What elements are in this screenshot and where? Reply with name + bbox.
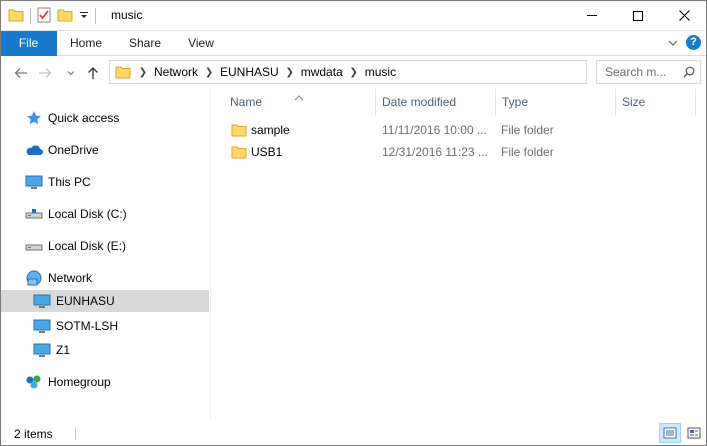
nav-item-local-disk-e[interactable]: Local Disk (E:) bbox=[0, 235, 209, 257]
customize-toolbar-chevron-icon[interactable] bbox=[79, 9, 89, 23]
nav-item-label: Homegroup bbox=[48, 375, 111, 389]
file-date-modified: 12/31/2016 11:23 ... bbox=[382, 145, 488, 159]
nav-item-sotm-lsh[interactable]: SOTM-LSH bbox=[0, 315, 209, 337]
details-view-button[interactable] bbox=[659, 423, 681, 443]
folder-icon bbox=[231, 123, 247, 140]
status-bar: 2 items bbox=[0, 420, 707, 446]
tab-file[interactable]: File bbox=[0, 31, 57, 56]
large-icons-view-button[interactable] bbox=[683, 423, 705, 443]
nav-item-label: This PC bbox=[48, 175, 91, 189]
maximize-icon bbox=[633, 10, 643, 21]
arrow-left-icon bbox=[14, 68, 27, 78]
file-row[interactable]: sample 11/11/2016 10:00 ... File folder bbox=[226, 120, 696, 141]
file-name[interactable]: sample bbox=[251, 120, 290, 141]
breadcrumb: ❯ Network ❯ EUNHASU ❯ mwdata ❯ music bbox=[110, 61, 400, 83]
nav-item-quick-access[interactable]: Quick access bbox=[0, 107, 209, 129]
chevron-right-icon[interactable]: ❯ bbox=[347, 67, 361, 78]
column-header-type[interactable]: Type bbox=[496, 89, 616, 116]
folder-icon bbox=[8, 8, 24, 25]
nav-item-label: Quick access bbox=[48, 111, 120, 125]
navigation-pane: Quick access OneDrive This PC Local Disk… bbox=[0, 89, 211, 420]
chevron-down-icon bbox=[67, 71, 75, 76]
file-row[interactable]: USB1 12/31/2016 11:23 ... File folder bbox=[226, 142, 696, 163]
properties-icon[interactable] bbox=[37, 7, 51, 26]
nav-item-label: OneDrive bbox=[48, 143, 99, 157]
file-name[interactable]: USB1 bbox=[251, 142, 282, 163]
drive-icon bbox=[24, 206, 44, 222]
ribbon-tabs: File Home Share View ? bbox=[0, 31, 707, 56]
file-list: Name Date modified Type Size sample 11/1… bbox=[212, 89, 707, 420]
search-input[interactable]: Search m... bbox=[605, 65, 666, 79]
help-icon[interactable]: ? bbox=[686, 35, 701, 50]
file-type: File folder bbox=[501, 123, 554, 137]
title-bar: music bbox=[0, 0, 707, 31]
status-divider bbox=[75, 427, 76, 440]
toolbar-divider bbox=[95, 8, 96, 24]
folder-icon bbox=[110, 61, 136, 83]
nav-item-label: Local Disk (E:) bbox=[48, 239, 127, 253]
address-bar[interactable]: ❯ Network ❯ EUNHASU ❯ mwdata ❯ music bbox=[109, 60, 690, 84]
search-icon bbox=[683, 66, 695, 81]
breadcrumb-eunhasu[interactable]: EUNHASU bbox=[216, 65, 283, 79]
monitor-icon bbox=[24, 174, 44, 190]
breadcrumb-network[interactable]: Network bbox=[150, 65, 202, 79]
nav-item-label: Local Disk (C:) bbox=[48, 207, 127, 221]
nav-item-label: SOTM-LSH bbox=[56, 319, 119, 333]
arrow-up-icon bbox=[88, 67, 98, 79]
search-box[interactable]: Search m... bbox=[596, 60, 701, 84]
toolbar-divider bbox=[30, 8, 31, 24]
star-icon bbox=[24, 110, 44, 126]
tab-view[interactable]: View bbox=[180, 31, 222, 56]
expand-ribbon-chevron-icon[interactable] bbox=[666, 36, 680, 50]
drive-icon bbox=[24, 238, 44, 254]
cloud-icon bbox=[24, 142, 44, 158]
nav-item-label: Z1 bbox=[56, 343, 71, 357]
tab-home[interactable]: Home bbox=[61, 31, 111, 56]
chevron-right-icon[interactable]: ❯ bbox=[136, 67, 150, 78]
close-icon bbox=[678, 10, 690, 21]
chevron-right-icon[interactable]: ❯ bbox=[202, 67, 216, 78]
window-title: music bbox=[111, 8, 143, 22]
back-button[interactable] bbox=[12, 64, 30, 82]
close-button[interactable] bbox=[661, 0, 707, 31]
nav-item-label: EUNHASU bbox=[56, 294, 115, 308]
folder-icon bbox=[231, 145, 247, 162]
arrow-right-icon bbox=[39, 68, 52, 78]
nav-item-onedrive[interactable]: OneDrive bbox=[0, 139, 209, 161]
chevron-right-icon[interactable]: ❯ bbox=[283, 67, 297, 78]
column-header-name[interactable]: Name bbox=[224, 89, 376, 116]
nav-item-eunhasu[interactable]: EUNHASU bbox=[0, 290, 209, 312]
computer-icon bbox=[32, 293, 52, 309]
computer-icon bbox=[32, 342, 52, 358]
nav-item-homegroup[interactable]: Homegroup bbox=[0, 371, 209, 393]
minimize-button[interactable] bbox=[569, 0, 615, 31]
item-count: 2 items bbox=[14, 427, 53, 441]
large-icons-view-icon bbox=[687, 427, 701, 439]
forward-button[interactable] bbox=[36, 64, 54, 82]
breadcrumb-music[interactable]: music bbox=[361, 65, 400, 79]
up-button[interactable] bbox=[84, 64, 102, 82]
tab-share[interactable]: Share bbox=[120, 31, 170, 56]
details-view-icon bbox=[663, 427, 677, 439]
new-folder-icon[interactable] bbox=[57, 8, 73, 25]
file-date-modified: 11/11/2016 10:00 ... bbox=[382, 123, 487, 137]
recent-locations-button[interactable] bbox=[62, 64, 80, 82]
maximize-button[interactable] bbox=[615, 0, 661, 31]
address-row: ❯ Network ❯ EUNHASU ❯ mwdata ❯ music Sea… bbox=[0, 56, 707, 89]
nav-item-this-pc[interactable]: This PC bbox=[0, 171, 209, 193]
nav-item-network[interactable]: Network bbox=[0, 267, 209, 289]
nav-item-z1[interactable]: Z1 bbox=[0, 339, 209, 361]
network-icon bbox=[24, 270, 44, 286]
computer-icon bbox=[32, 318, 52, 334]
nav-item-label: Network bbox=[48, 271, 93, 285]
file-type: File folder bbox=[501, 145, 554, 159]
minimize-icon bbox=[587, 15, 597, 16]
column-header-date-modified[interactable]: Date modified bbox=[376, 89, 496, 116]
breadcrumb-mwdata[interactable]: mwdata bbox=[297, 65, 347, 79]
quick-access-toolbar bbox=[8, 6, 96, 26]
column-header-size[interactable]: Size bbox=[616, 89, 696, 116]
homegroup-icon bbox=[24, 374, 44, 390]
nav-item-local-disk-c[interactable]: Local Disk (C:) bbox=[0, 203, 209, 225]
